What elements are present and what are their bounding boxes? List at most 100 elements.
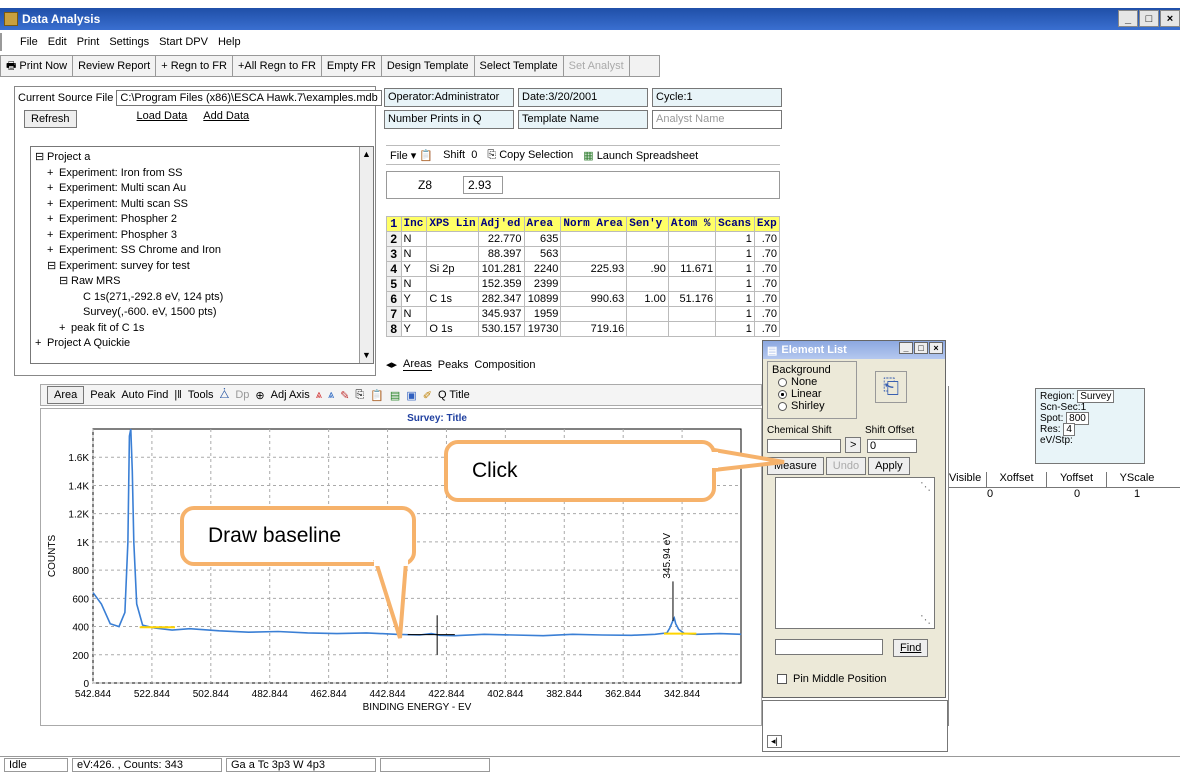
column-header[interactable]: Atom % [667, 216, 717, 232]
table-cell[interactable]: .70 [753, 291, 780, 307]
undo-button[interactable]: Undo [825, 457, 867, 475]
table-cell[interactable] [626, 321, 669, 337]
sheet-file-menu[interactable]: File ▾ 📋 [390, 149, 433, 162]
table-cell[interactable]: .70 [753, 276, 780, 292]
row-number[interactable]: 8 [386, 321, 402, 337]
table-row[interactable]: 8YO 1s 530.157 19730 719.16 1.70 [386, 321, 780, 337]
table-cell[interactable]: .70 [753, 231, 780, 247]
tree-item[interactable]: ⊟ Project a [35, 150, 369, 166]
set-analyst-button[interactable]: Set Analyst [564, 56, 630, 76]
table-row[interactable]: 6YC 1s 282.347 10899 990.63 1.00 51.176 1.70 [386, 291, 780, 307]
table-cell[interactable]: 990.63 [560, 291, 628, 307]
table-cell[interactable]: 719.16 [560, 321, 628, 337]
table-cell[interactable]: 1.00 [626, 291, 669, 307]
table-cell[interactable] [626, 276, 669, 292]
tree-item[interactable]: + Experiment: Phospher 2 [35, 212, 369, 228]
auto-find-button[interactable]: Auto Find [121, 389, 168, 401]
table-cell[interactable]: 225.93 [560, 261, 628, 277]
menu-settings[interactable]: Settings [109, 36, 149, 48]
element-listbox[interactable]: ⋱ ⋱ [775, 477, 935, 629]
tree-expander-icon[interactable]: + [35, 336, 47, 352]
chart-edit-icon[interactable]: ▤ [390, 389, 400, 402]
table-cell[interactable]: 345.937 [477, 306, 525, 322]
tree-item[interactable]: + Experiment: Phospher 3 [35, 228, 369, 244]
copy-selection-button[interactable]: ⎘ Copy Selection [487, 149, 573, 162]
tree-expander-icon[interactable]: + [47, 181, 59, 197]
table-cell[interactable]: 563 [523, 246, 562, 262]
brush-icon[interactable]: ⧊ [220, 389, 230, 402]
select-template-button[interactable]: Select Template [475, 56, 564, 76]
table-cell[interactable]: 152.359 [477, 276, 525, 292]
table-cell[interactable]: N [400, 231, 428, 247]
bars-icon[interactable]: |‖ [174, 389, 181, 401]
table-row[interactable]: 5 N 152.359 2399 1.70 [386, 276, 780, 292]
cell-value[interactable]: 2.93 [463, 176, 503, 194]
column-header[interactable]: Norm Area [560, 216, 628, 232]
template-box[interactable]: Template Name [518, 110, 648, 129]
table-cell[interactable] [667, 306, 717, 322]
table-cell[interactable] [560, 306, 628, 322]
table-cell[interactable]: N [400, 246, 428, 262]
table-cell[interactable]: .90 [626, 261, 669, 277]
peak-button[interactable]: Peak [90, 389, 115, 401]
table-cell[interactable]: 51.176 [667, 291, 717, 307]
table-cell[interactable]: .70 [753, 306, 780, 322]
table-cell[interactable]: 19730 [523, 321, 562, 337]
zoom-icon[interactable]: ⊕ [255, 389, 264, 402]
dialog-max-button[interactable]: □ [914, 342, 928, 354]
column-header[interactable]: Scans [715, 216, 755, 232]
copy-chart-icon[interactable]: ⎘ [355, 389, 364, 402]
tree-expander-icon[interactable]: + [47, 197, 59, 213]
paste-chart-icon[interactable]: 📋 [370, 389, 384, 402]
project-tree[interactable]: ⊟ Project a + Experiment: Iron from SS + Expe… [30, 146, 374, 364]
table-cell[interactable]: 22.770 [477, 231, 525, 247]
apply-button[interactable]: Apply [868, 457, 910, 475]
table-cell[interactable]: 530.157 [477, 321, 525, 337]
table-cell[interactable] [426, 246, 479, 262]
row-number[interactable]: 7 [386, 306, 402, 322]
table-cell[interactable] [426, 276, 479, 292]
find-button[interactable]: Find [893, 639, 929, 657]
column-header[interactable]: XPS Lin [426, 216, 479, 232]
dialog-min-button[interactable]: _ [899, 342, 913, 354]
peak-down-icon[interactable]: ⩓ [328, 389, 334, 402]
tree-item[interactable]: + Experiment: Iron from SS [35, 166, 369, 182]
row-number[interactable]: 3 [386, 246, 402, 262]
empty-fr-button[interactable]: Empty FR [322, 56, 382, 76]
table-cell[interactable]: Y [400, 321, 428, 337]
tree-scrollbar[interactable]: ▲ ▼ [359, 147, 373, 363]
tree-expander-icon[interactable]: + [47, 212, 59, 228]
table-cell[interactable]: 1 [715, 246, 755, 262]
table-cell[interactable]: 1 [715, 321, 755, 337]
minimize-button[interactable]: _ [1118, 10, 1138, 27]
table-cell[interactable] [626, 246, 669, 262]
table-cell[interactable] [667, 231, 717, 247]
tree-expander-icon[interactable]: ⊟ [47, 259, 59, 275]
table-cell[interactable] [426, 231, 479, 247]
table-cell[interactable]: 11.671 [667, 261, 717, 277]
radio-shirley[interactable]: Shirley [772, 400, 852, 412]
tree-item[interactable]: + Experiment: Multi scan SS [35, 197, 369, 213]
menu-start-dpv[interactable]: Start DPV [159, 36, 208, 48]
design-template-button[interactable]: Design Template [382, 56, 475, 76]
tree-expander-icon[interactable]: + [59, 321, 71, 337]
table-cell[interactable]: 88.397 [477, 246, 525, 262]
table-cell[interactable]: .70 [753, 321, 780, 337]
table-cell[interactable]: 1 [715, 261, 755, 277]
paint-icon[interactable]: ✎ [340, 389, 349, 402]
menu-edit[interactable]: Edit [48, 36, 67, 48]
tree-item[interactable]: ⊟ Experiment: survey for test [35, 259, 369, 275]
table-cell[interactable]: .70 [753, 246, 780, 262]
dp-button[interactable]: Dp [235, 389, 249, 401]
table-cell[interactable]: Y [400, 291, 428, 307]
peak-up-icon[interactable]: ⩓ [316, 389, 322, 402]
maximize-button[interactable]: □ [1139, 10, 1159, 27]
table-cell[interactable] [626, 231, 669, 247]
menu-help[interactable]: Help [218, 36, 241, 48]
scroll-up-icon[interactable]: ▲ [362, 147, 371, 163]
menu-file[interactable]: File [20, 36, 38, 48]
table-row[interactable]: 7 N 345.937 1959 1.70 [386, 306, 780, 322]
tab-composition[interactable]: Composition [474, 359, 535, 371]
tree-item[interactable]: + Experiment: SS Chrome and Iron [35, 243, 369, 259]
shift-arrow-button[interactable]: > [845, 437, 862, 453]
